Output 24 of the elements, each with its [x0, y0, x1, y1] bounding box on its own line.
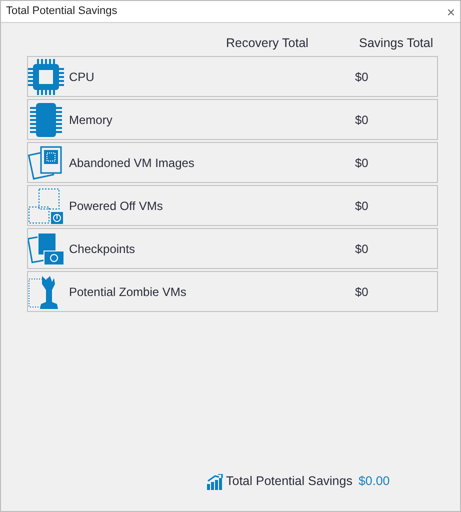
category-label: Powered Off VMs [69, 198, 164, 214]
category-label: Potential Zombie VMs [69, 284, 188, 300]
chip-icon [28, 58, 64, 94]
window-title: Total Potential Savings [6, 4, 118, 20]
memory-chip-icon [28, 102, 64, 138]
total-label: Total Potential Savings [226, 473, 352, 490]
category-label: Memory [69, 112, 114, 128]
savings-value: $0 [355, 198, 368, 214]
savings-value: $0 [355, 154, 368, 172]
close-button[interactable]: × [446, 4, 455, 18]
total-value: $0.00 [358, 473, 390, 490]
savings-value: $0 [355, 112, 368, 128]
savings-value: $0 [355, 284, 368, 300]
power-icon [28, 188, 64, 224]
stacked-images-icon [28, 144, 64, 180]
category-label: Checkpoints [69, 240, 136, 258]
category-label: CPU [69, 68, 96, 86]
column-header: Savings Total [359, 35, 434, 52]
savings-value: $0 [355, 240, 368, 258]
savings-value: $0 [355, 68, 368, 86]
column-header: Recovery Total [226, 35, 310, 52]
growth-chart-icon [207, 474, 224, 490]
camera-icon [28, 230, 64, 266]
category-label: Abandoned VM Images [69, 154, 196, 172]
